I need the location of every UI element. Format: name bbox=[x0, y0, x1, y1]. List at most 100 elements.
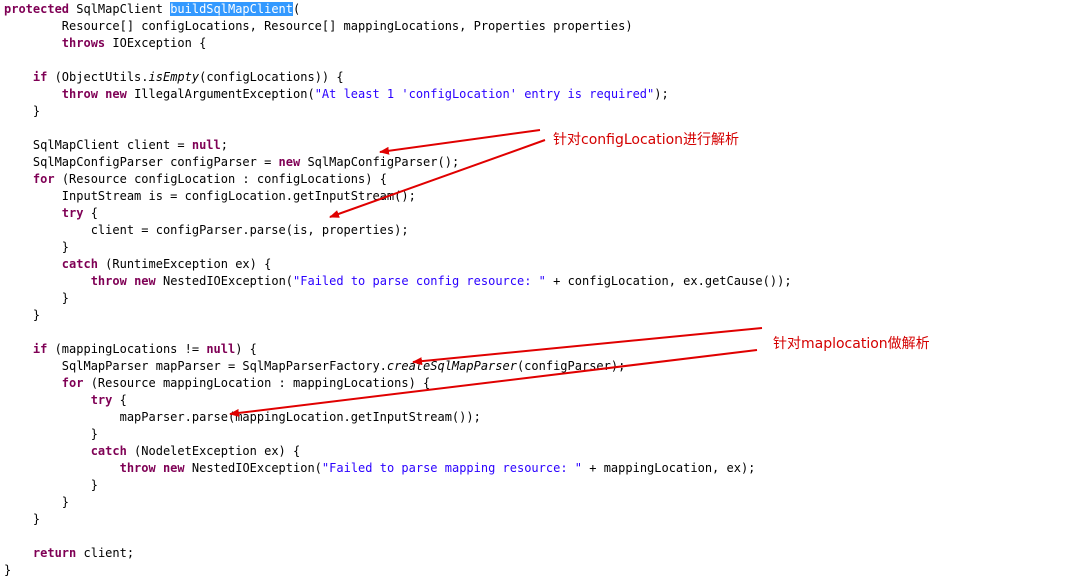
code-token: protected bbox=[4, 2, 70, 16]
code-line: catch (RuntimeException ex) { bbox=[4, 256, 272, 273]
code-token: catch bbox=[61, 257, 98, 271]
code-line: protected SqlMapClient buildSqlMapClient… bbox=[4, 1, 300, 18]
code-token: ( bbox=[293, 2, 301, 16]
code-token: isEmpty bbox=[148, 70, 200, 84]
code-token: (NodeletException ex) { bbox=[126, 444, 301, 458]
code-token: null bbox=[206, 342, 236, 356]
code-token: { bbox=[83, 206, 98, 220]
code-line: client = configParser.parse(is, properti… bbox=[4, 222, 409, 239]
code-token: InputStream is = configLocation.getInput… bbox=[4, 189, 416, 203]
code-token: if bbox=[32, 70, 48, 84]
code-line: } bbox=[4, 103, 40, 120]
code-token: } bbox=[4, 563, 12, 577]
code-line: for (Resource mappingLocation : mappingL… bbox=[4, 375, 430, 392]
code-line: throw new NestedIOException("Failed to p… bbox=[4, 460, 756, 477]
code-token: SqlMapClient bbox=[69, 2, 171, 16]
code-token: for bbox=[61, 376, 84, 390]
code-line: if (ObjectUtils.isEmpty(configLocations)… bbox=[4, 69, 344, 86]
code-line: } bbox=[4, 477, 98, 494]
code-token: new bbox=[162, 461, 185, 475]
code-line: throws IOException { bbox=[4, 35, 207, 52]
code-token: + configLocation, ex.getCause()); bbox=[545, 274, 792, 288]
code-editor[interactable]: protected SqlMapClient buildSqlMapClient… bbox=[0, 0, 1084, 581]
code-token: (Resource mappingLocation : mappingLocat… bbox=[83, 376, 431, 390]
code-token: client; bbox=[76, 546, 135, 560]
code-token: SqlMapConfigParser configParser = bbox=[4, 155, 279, 169]
code-line: SqlMapParser mapParser = SqlMapParserFac… bbox=[4, 358, 626, 375]
code-token: null bbox=[191, 138, 221, 152]
code-line: catch (NodeletException ex) { bbox=[4, 443, 301, 460]
code-line: mapParser.parse(mappingLocation.getInput… bbox=[4, 409, 481, 426]
code-token: NestedIOException( bbox=[184, 461, 322, 475]
code-token: return bbox=[32, 546, 77, 560]
code-token: (Resource configLocation : configLocatio… bbox=[54, 172, 387, 186]
code-line: for (Resource configLocation : configLoc… bbox=[4, 171, 387, 188]
code-token: client = configParser.parse(is, properti… bbox=[4, 223, 409, 237]
code-token: } bbox=[4, 240, 70, 254]
mapping-annotation-label: 针对maplocation做解析 bbox=[773, 336, 930, 352]
code-token: (configParser); bbox=[516, 359, 626, 373]
code-token: (ObjectUtils. bbox=[47, 70, 149, 84]
code-line: try { bbox=[4, 392, 127, 409]
code-token: } bbox=[4, 104, 41, 118]
code-token: } bbox=[4, 512, 41, 526]
config-annotation-label: 针对configLocation进行解析 bbox=[553, 132, 740, 148]
code-line: InputStream is = configLocation.getInput… bbox=[4, 188, 416, 205]
code-line: throw new NestedIOException("Failed to p… bbox=[4, 273, 792, 290]
code-token: catch bbox=[90, 444, 127, 458]
code-token: if bbox=[32, 342, 48, 356]
code-token: SqlMapParser mapParser = SqlMapParserFac… bbox=[4, 359, 387, 373]
code-token: } bbox=[4, 478, 98, 492]
code-token: throw bbox=[119, 461, 156, 475]
code-token: mapParser.parse(mappingLocation.getInput… bbox=[4, 410, 481, 424]
code-token: IllegalArgumentException( bbox=[126, 87, 315, 101]
code-token: (configLocations)) { bbox=[199, 70, 344, 84]
code-token: (RuntimeException ex) { bbox=[97, 257, 272, 271]
code-token: { bbox=[112, 393, 127, 407]
selected-method-name: buildSqlMapClient bbox=[170, 2, 294, 16]
code-line: } bbox=[4, 426, 98, 443]
code-line: SqlMapClient client = null; bbox=[4, 137, 228, 154]
code-line: if (mappingLocations != null) { bbox=[4, 341, 257, 358]
code-line: try { bbox=[4, 205, 98, 222]
code-line: Resource[] configLocations, Resource[] m… bbox=[4, 18, 633, 35]
code-token: } bbox=[4, 308, 41, 322]
code-token: ; bbox=[220, 138, 228, 152]
code-token: ) { bbox=[235, 342, 257, 356]
code-line: throw new IllegalArgumentException("At l… bbox=[4, 86, 669, 103]
code-token: throw bbox=[90, 274, 127, 288]
code-token: throws bbox=[61, 36, 106, 50]
code-token: (mappingLocations != bbox=[47, 342, 207, 356]
code-token: new bbox=[278, 155, 301, 169]
code-line: } bbox=[4, 290, 69, 307]
code-token: throw bbox=[61, 87, 98, 101]
code-line: SqlMapConfigParser configParser = new Sq… bbox=[4, 154, 459, 171]
code-token: NestedIOException( bbox=[155, 274, 294, 288]
code-token: } bbox=[4, 495, 70, 509]
code-line: } bbox=[4, 511, 40, 528]
code-token: Resource[] configLocations, Resource[] m… bbox=[4, 19, 633, 33]
code-line: return client; bbox=[4, 545, 134, 562]
code-token: "Failed to parse config resource: " bbox=[293, 274, 546, 288]
code-line: } bbox=[4, 307, 40, 324]
code-token: IOException { bbox=[105, 36, 207, 50]
code-token: new bbox=[134, 274, 156, 288]
code-token: try bbox=[61, 206, 84, 220]
code-token: "Failed to parse mapping resource: " bbox=[321, 461, 583, 475]
code-token: ); bbox=[654, 87, 669, 101]
code-token: try bbox=[90, 393, 113, 407]
code-line: } bbox=[4, 494, 69, 511]
